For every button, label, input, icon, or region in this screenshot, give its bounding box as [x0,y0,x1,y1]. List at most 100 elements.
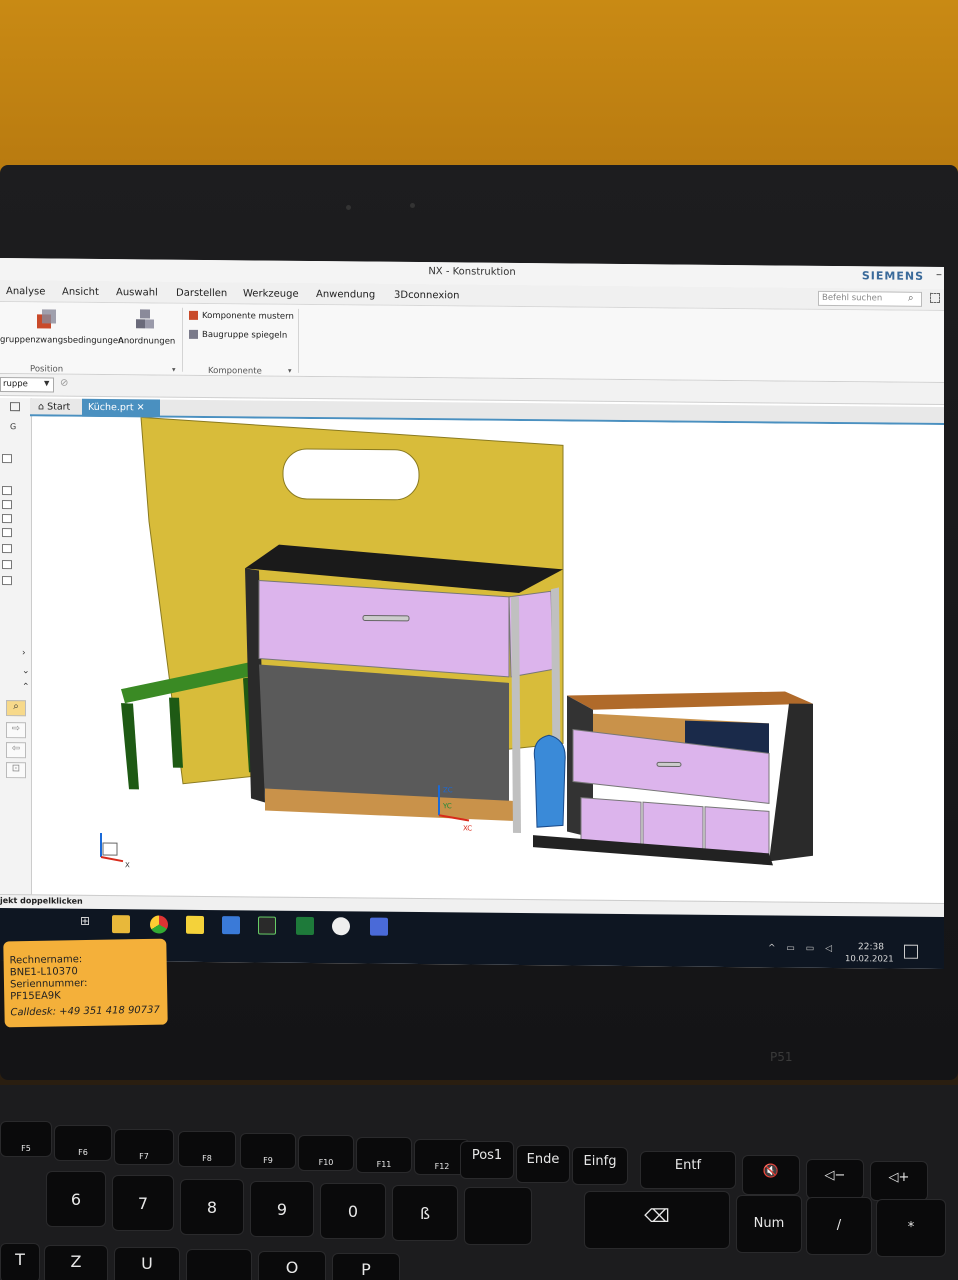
minimize-button[interactable]: – [936,267,942,281]
key-star[interactable]: * [876,1199,946,1257]
assembly-constraints-button[interactable]: gruppenzwangsbedingungen [0,335,123,346]
part-node-icon[interactable] [2,528,12,538]
group-komponente-label: Komponente [208,365,262,377]
close-icon[interactable]: ✕ [137,402,145,413]
menu-werkzeuge[interactable]: Werkzeuge [243,288,299,300]
menu-ansicht[interactable]: Ansicht [62,287,99,298]
part-node-icon[interactable] [2,514,12,524]
forward-arrow-icon[interactable]: ⇨ [6,722,26,739]
graphics-window[interactable]: ZC YC XC X ↖ [33,416,944,926]
key-f9[interactable]: F9 [240,1133,296,1169]
menu-darstellen[interactable]: Darstellen [176,288,227,299]
chrome-icon[interactable] [150,915,168,934]
part-node-icon[interactable] [2,576,12,586]
tab-start[interactable]: ⌂ Start [32,398,82,416]
chevron-up-icon[interactable]: ⌃ [22,682,30,692]
back-arrow-icon[interactable]: ⇦ [6,742,26,759]
column-g-icon: G [10,422,17,432]
lock-icon[interactable] [332,917,350,936]
laptop-model-badge: P51 [770,1050,793,1064]
task-view-icon[interactable]: ⊞ [80,914,90,928]
nx-icon[interactable] [222,916,240,935]
key-backspace[interactable]: ⌫ [584,1191,730,1249]
clock-time[interactable]: 22:38 [858,942,884,952]
key-z[interactable]: Z [44,1245,108,1280]
key-8[interactable]: 8 [180,1179,244,1235]
filter-reset-icon[interactable]: ⊘ [60,378,68,389]
search-icon[interactable]: ⌕ [908,293,914,304]
part-node-icon[interactable] [2,500,12,510]
part-node-icon[interactable] [2,454,12,464]
key-6[interactable]: 6 [46,1171,106,1227]
app-icon[interactable] [258,916,276,935]
key-ende[interactable]: Ende [516,1145,570,1183]
volume-up-icon: ◁+ [888,1170,910,1185]
mirror-assembly-button[interactable]: Baugruppe spiegeln [202,330,287,341]
key-volume-up[interactable]: ◁+ [870,1161,928,1201]
key-f11[interactable]: F11 [356,1137,412,1173]
system-tray-icons[interactable]: ^ ▭ ▭ ◁ [768,943,836,954]
sticker-line: Calldesk: +49 351 418 90737 [10,1004,160,1019]
sticker-line: Seriennummer: [9,977,88,991]
group-expand-icon[interactable]: ▾ [288,367,292,375]
key-f5[interactable]: F5 [0,1121,52,1157]
key-sz[interactable]: ß [392,1185,458,1241]
zoom-icon[interactable]: ⌕ [6,700,26,717]
key-9[interactable]: 9 [250,1181,314,1237]
axis-label-x: X [125,861,130,869]
key-p[interactable]: P [332,1253,400,1280]
assembly-constraints-icon [37,309,56,329]
key-einfg[interactable]: Einfg [572,1147,628,1185]
clock-date[interactable]: 10.02.2021 [845,954,894,964]
chevron-right-icon[interactable]: › [22,648,26,658]
panel-cutout [282,448,420,501]
window-icon[interactable] [10,402,20,412]
chevron-down-icon[interactable]: ▼ [44,379,49,387]
mute-icon: 🔇 [762,1164,780,1179]
mirror-assembly-icon [189,329,198,339]
window-title: NX - Konstruktion [428,266,516,278]
command-search-input[interactable]: Befehl suchen [818,290,922,307]
tab-kueche-label: Küche.prt [88,401,134,414]
folder-icon[interactable] [112,915,130,934]
key-i[interactable] [186,1249,252,1280]
fullscreen-icon[interactable] [930,292,940,304]
notification-icon[interactable] [904,944,918,959]
key-0[interactable]: 0 [320,1183,386,1239]
key-accent[interactable] [464,1187,532,1245]
zoom-fit-icon[interactable]: ⊡ [6,762,26,779]
key-volume-down[interactable]: ◁− [806,1159,864,1199]
axis-label-yc: YC [442,802,452,810]
part-node-icon[interactable] [2,560,12,570]
key-f10[interactable]: F10 [298,1135,354,1171]
part-node-icon[interactable] [2,544,12,554]
key-num[interactable]: Num [736,1195,802,1253]
view-triad-icon: X [100,832,130,869]
group-expand-icon[interactable]: ▾ [172,366,176,374]
menu-3dconnexion[interactable]: 3Dconnexion [394,290,459,302]
pattern-component-button[interactable]: Komponente mustern [202,311,294,322]
key-f7[interactable]: F7 [114,1129,174,1165]
menu-auswahl[interactable]: Auswahl [116,287,158,298]
excel-icon[interactable] [296,916,314,936]
sensor-dot [346,205,351,210]
kitchen-model-view: ZC YC XC X [100,416,813,869]
menu-analyse[interactable]: Analyse [6,286,45,297]
arrangements-button[interactable]: Anordnungen [118,336,175,347]
sticky-notes-icon[interactable] [186,915,204,934]
key-u[interactable]: U [114,1247,180,1280]
key-mute[interactable]: 🔇 [742,1155,800,1195]
chevron-down-icon[interactable]: ⌄ [22,666,30,676]
key-t[interactable]: T [0,1243,40,1280]
key-slash[interactable]: / [806,1197,872,1255]
part-node-icon[interactable] [2,486,12,496]
calculator-icon[interactable] [370,917,388,936]
tab-kueche[interactable]: Küche.prt ✕ [82,398,160,418]
key-7[interactable]: 7 [112,1175,174,1231]
key-pos1[interactable]: Pos1 [460,1141,514,1179]
key-f8[interactable]: F8 [178,1131,236,1167]
key-f6[interactable]: F6 [54,1125,112,1161]
key-o[interactable]: O [258,1251,326,1280]
menu-anwendung[interactable]: Anwendung [316,289,375,301]
key-entf[interactable]: Entf [640,1151,736,1189]
